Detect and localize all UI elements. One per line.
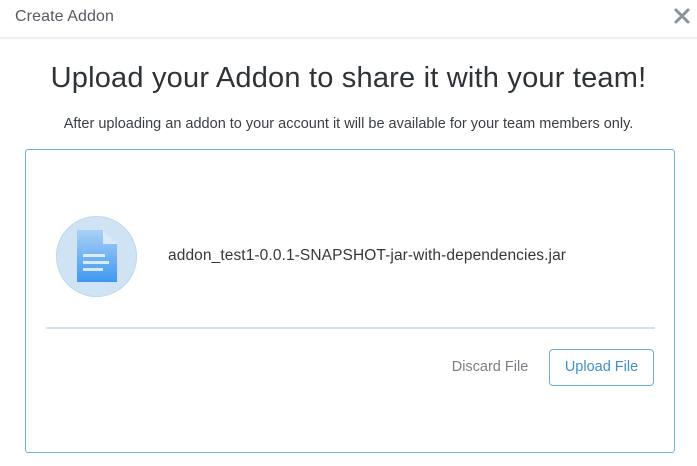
file-name: addon_test1-0.0.1-SNAPSHOT-jar-with-depe… — [168, 247, 567, 264]
document-file-icon — [77, 230, 117, 282]
close-icon[interactable] — [674, 7, 690, 25]
dialog-header: Create Addon — [0, 0, 697, 39]
create-addon-dialog: Create Addon Upload your Addon to share … — [0, 0, 697, 466]
page-headline: Upload your Addon to share it with your … — [50, 62, 647, 94]
upload-box: addon_test1-0.0.1-SNAPSHOT-jar-with-depe… — [25, 149, 675, 453]
upload-file-button[interactable]: Upload File — [549, 349, 654, 386]
page-description: After uploading an addon to your account… — [63, 116, 634, 132]
divider — [46, 327, 655, 329]
discard-file-button[interactable]: Discard File — [440, 349, 540, 386]
dialog-title: Create Addon — [15, 8, 115, 25]
file-icon-container — [56, 216, 137, 297]
